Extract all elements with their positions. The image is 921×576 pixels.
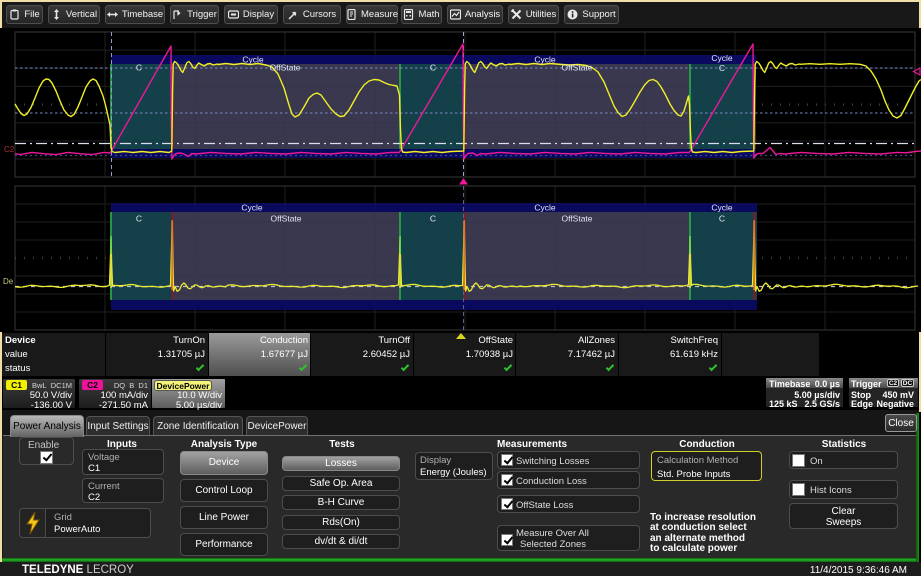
svg-text:Cycle: Cycle	[534, 55, 556, 65]
svg-text:Cycle: Cycle	[534, 203, 556, 213]
svg-text:C: C	[430, 214, 436, 224]
svg-text:C: C	[136, 214, 142, 224]
svg-text:Cycle: Cycle	[242, 55, 264, 65]
svg-text:OffState: OffState	[269, 63, 300, 73]
svg-text:C: C	[136, 63, 142, 73]
svg-text:Cycle: Cycle	[711, 53, 733, 63]
svg-text:OffState: OffState	[561, 214, 592, 224]
svg-text:C: C	[430, 63, 436, 73]
svg-text:OffState: OffState	[270, 214, 301, 224]
svg-text:Cycle: Cycle	[711, 203, 733, 213]
svg-text:OffState: OffState	[561, 63, 592, 73]
svg-text:C: C	[719, 63, 725, 73]
svg-text:Cycle: Cycle	[241, 203, 263, 213]
svg-text:C2: C2	[4, 145, 15, 154]
svg-text:De: De	[3, 277, 14, 286]
svg-text:C: C	[719, 214, 725, 224]
